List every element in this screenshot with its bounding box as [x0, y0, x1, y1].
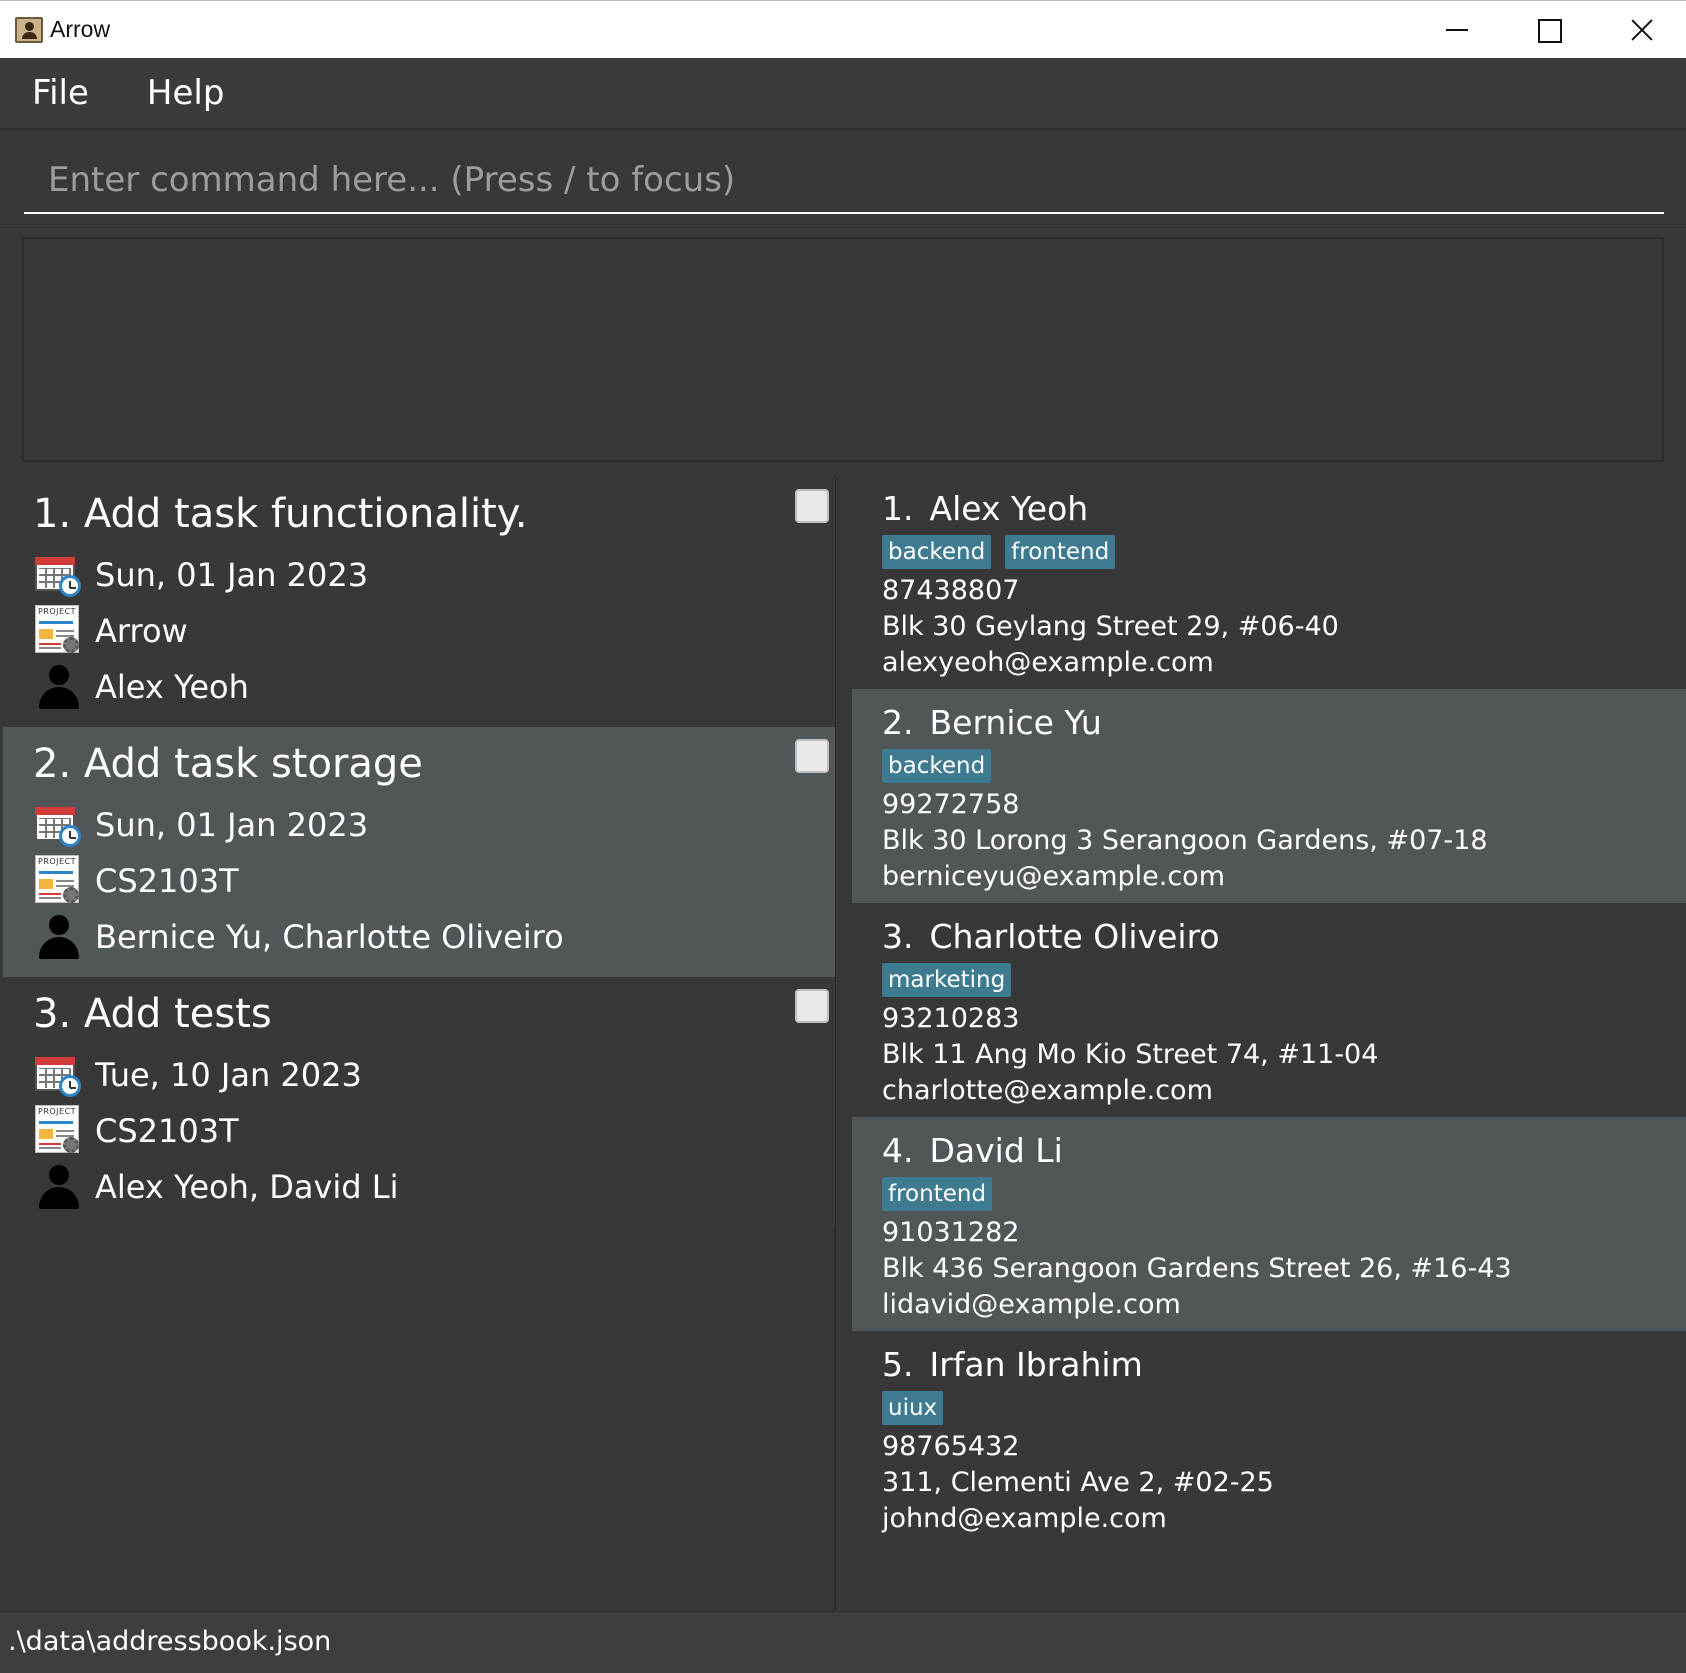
task-date: Sun, 01 Jan 2023: [95, 556, 369, 594]
person-icon: [37, 663, 81, 709]
person-address: Blk 11 Ang Mo Kio Street 74, #11-04: [882, 1039, 1379, 1070]
status-bar: .\data\addressbook.json: [0, 1611, 1686, 1673]
task-project: Arrow: [95, 612, 188, 650]
person-name: Charlotte Oliveiro: [929, 917, 1220, 956]
person-index: 3.: [882, 917, 914, 956]
task-title: 2. Add task storage: [33, 741, 423, 787]
person-tags: uiux: [882, 1391, 957, 1425]
person-email: lidavid@example.com: [882, 1289, 1181, 1320]
person-address: Blk 30 Lorong 3 Serangoon Gardens, #07-1…: [882, 825, 1488, 856]
tag: backend: [882, 749, 992, 783]
save-location-path: .\data\addressbook.json: [8, 1626, 332, 1657]
person-phone: 87438807: [882, 575, 1020, 606]
person-name-row: 2. Bernice Yu: [882, 703, 1102, 742]
tag: uiux: [882, 1391, 944, 1425]
close-button[interactable]: [1594, 1, 1686, 59]
tag: backend: [882, 535, 992, 569]
task-list-panel[interactable]: 1. Add task functionality. Sun, 01 Jan 2…: [0, 475, 836, 1610]
person-email: johnd@example.com: [882, 1503, 1167, 1534]
calendar-clock-icon: [33, 1051, 81, 1097]
task-assignees: Alex Yeoh: [95, 668, 249, 706]
person-index: 2.: [882, 703, 914, 742]
task-date: Sun, 01 Jan 2023: [95, 806, 369, 844]
tag: frontend: [882, 1177, 993, 1211]
person-card[interactable]: 2. Bernice Yu backend 99272758 Blk 30 Lor…: [852, 689, 1686, 903]
task-project: CS2103T: [95, 862, 239, 900]
menu-help[interactable]: Help: [137, 73, 235, 113]
person-tags: marketing: [882, 963, 1025, 997]
person-index: 1.: [882, 489, 914, 528]
task-assignees: Alex Yeoh, David Li: [95, 1168, 399, 1206]
tag: marketing: [882, 963, 1012, 997]
person-name-row: 5. Irfan Ibrahim: [882, 1345, 1143, 1384]
person-list-panel[interactable]: 1. Alex Yeoh backend frontend 87438807 Bl…: [852, 475, 1686, 1610]
task-done-checkbox[interactable]: [795, 739, 829, 773]
task-card[interactable]: 3. Add tests Tue, 10 Jan 2023 PROJECT CS…: [3, 977, 835, 1227]
person-index: 4.: [882, 1131, 914, 1170]
result-display-area: [0, 224, 1686, 474]
result-display: [22, 237, 1664, 462]
person-phone: 98765432: [882, 1431, 1020, 1462]
menu-bar: File Help: [0, 58, 1686, 128]
project-sheet-icon: PROJECT: [35, 1105, 81, 1155]
app-address-book-icon: [15, 17, 43, 43]
task-card[interactable]: 1. Add task functionality. Sun, 01 Jan 2…: [3, 477, 835, 727]
person-phone: 91031282: [882, 1217, 1020, 1248]
person-name: Irfan Ibrahim: [929, 1345, 1143, 1384]
title-bar: Arrow: [0, 0, 1686, 58]
person-phone: 99272758: [882, 789, 1020, 820]
person-card[interactable]: 3. Charlotte Oliveiro marketing 93210283 …: [852, 903, 1686, 1117]
task-done-checkbox[interactable]: [795, 989, 829, 1023]
calendar-clock-icon: [33, 801, 81, 847]
person-address: Blk 436 Serangoon Gardens Street 26, #16…: [882, 1253, 1512, 1284]
person-tags: backend frontend: [882, 535, 1129, 569]
task-assignees: Bernice Yu, Charlotte Oliveiro: [95, 918, 564, 956]
person-icon: [37, 1163, 81, 1209]
command-box: [0, 128, 1686, 224]
task-title: 1. Add task functionality.: [33, 491, 528, 537]
tag: frontend: [1005, 535, 1116, 569]
person-phone: 93210283: [882, 1003, 1020, 1034]
person-name: David Li: [929, 1131, 1063, 1170]
person-card[interactable]: 4. David Li frontend 91031282 Blk 436 Ser…: [852, 1117, 1686, 1331]
task-date: Tue, 10 Jan 2023: [95, 1056, 362, 1094]
task-project: CS2103T: [95, 1112, 239, 1150]
person-address: Blk 30 Geylang Street 29, #06-40: [882, 611, 1339, 642]
person-icon: [37, 913, 81, 959]
menu-file[interactable]: File: [22, 73, 99, 113]
person-name-row: 3. Charlotte Oliveiro: [882, 917, 1220, 956]
person-card[interactable]: 1. Alex Yeoh backend frontend 87438807 Bl…: [852, 475, 1686, 689]
task-card[interactable]: 2. Add task storage Sun, 01 Jan 2023 PRO…: [3, 727, 835, 977]
calendar-clock-icon: [33, 551, 81, 597]
project-sheet-icon: PROJECT: [35, 605, 81, 655]
person-email: charlotte@example.com: [882, 1075, 1213, 1106]
window-title: Arrow: [50, 16, 111, 42]
person-address: 311, Clementi Ave 2, #02-25: [882, 1467, 1274, 1498]
person-email: berniceyu@example.com: [882, 861, 1225, 892]
task-done-checkbox[interactable]: [795, 489, 829, 523]
command-input[interactable]: [24, 148, 1664, 214]
maximize-button[interactable]: [1502, 1, 1594, 59]
person-tags: backend: [882, 749, 1005, 783]
person-index: 5.: [882, 1345, 914, 1384]
person-email: alexyeoh@example.com: [882, 647, 1214, 678]
person-name: Alex Yeoh: [929, 489, 1089, 528]
task-title: 3. Add tests: [33, 991, 272, 1037]
person-name: Bernice Yu: [929, 703, 1102, 742]
person-tags: frontend: [882, 1177, 1006, 1211]
project-sheet-icon: PROJECT: [35, 855, 81, 905]
minimize-button[interactable]: [1410, 1, 1502, 59]
person-card[interactable]: 5. Irfan Ibrahim uiux 98765432 311, Cleme…: [852, 1331, 1686, 1545]
person-name-row: 4. David Li: [882, 1131, 1063, 1170]
person-name-row: 1. Alex Yeoh: [882, 489, 1088, 528]
